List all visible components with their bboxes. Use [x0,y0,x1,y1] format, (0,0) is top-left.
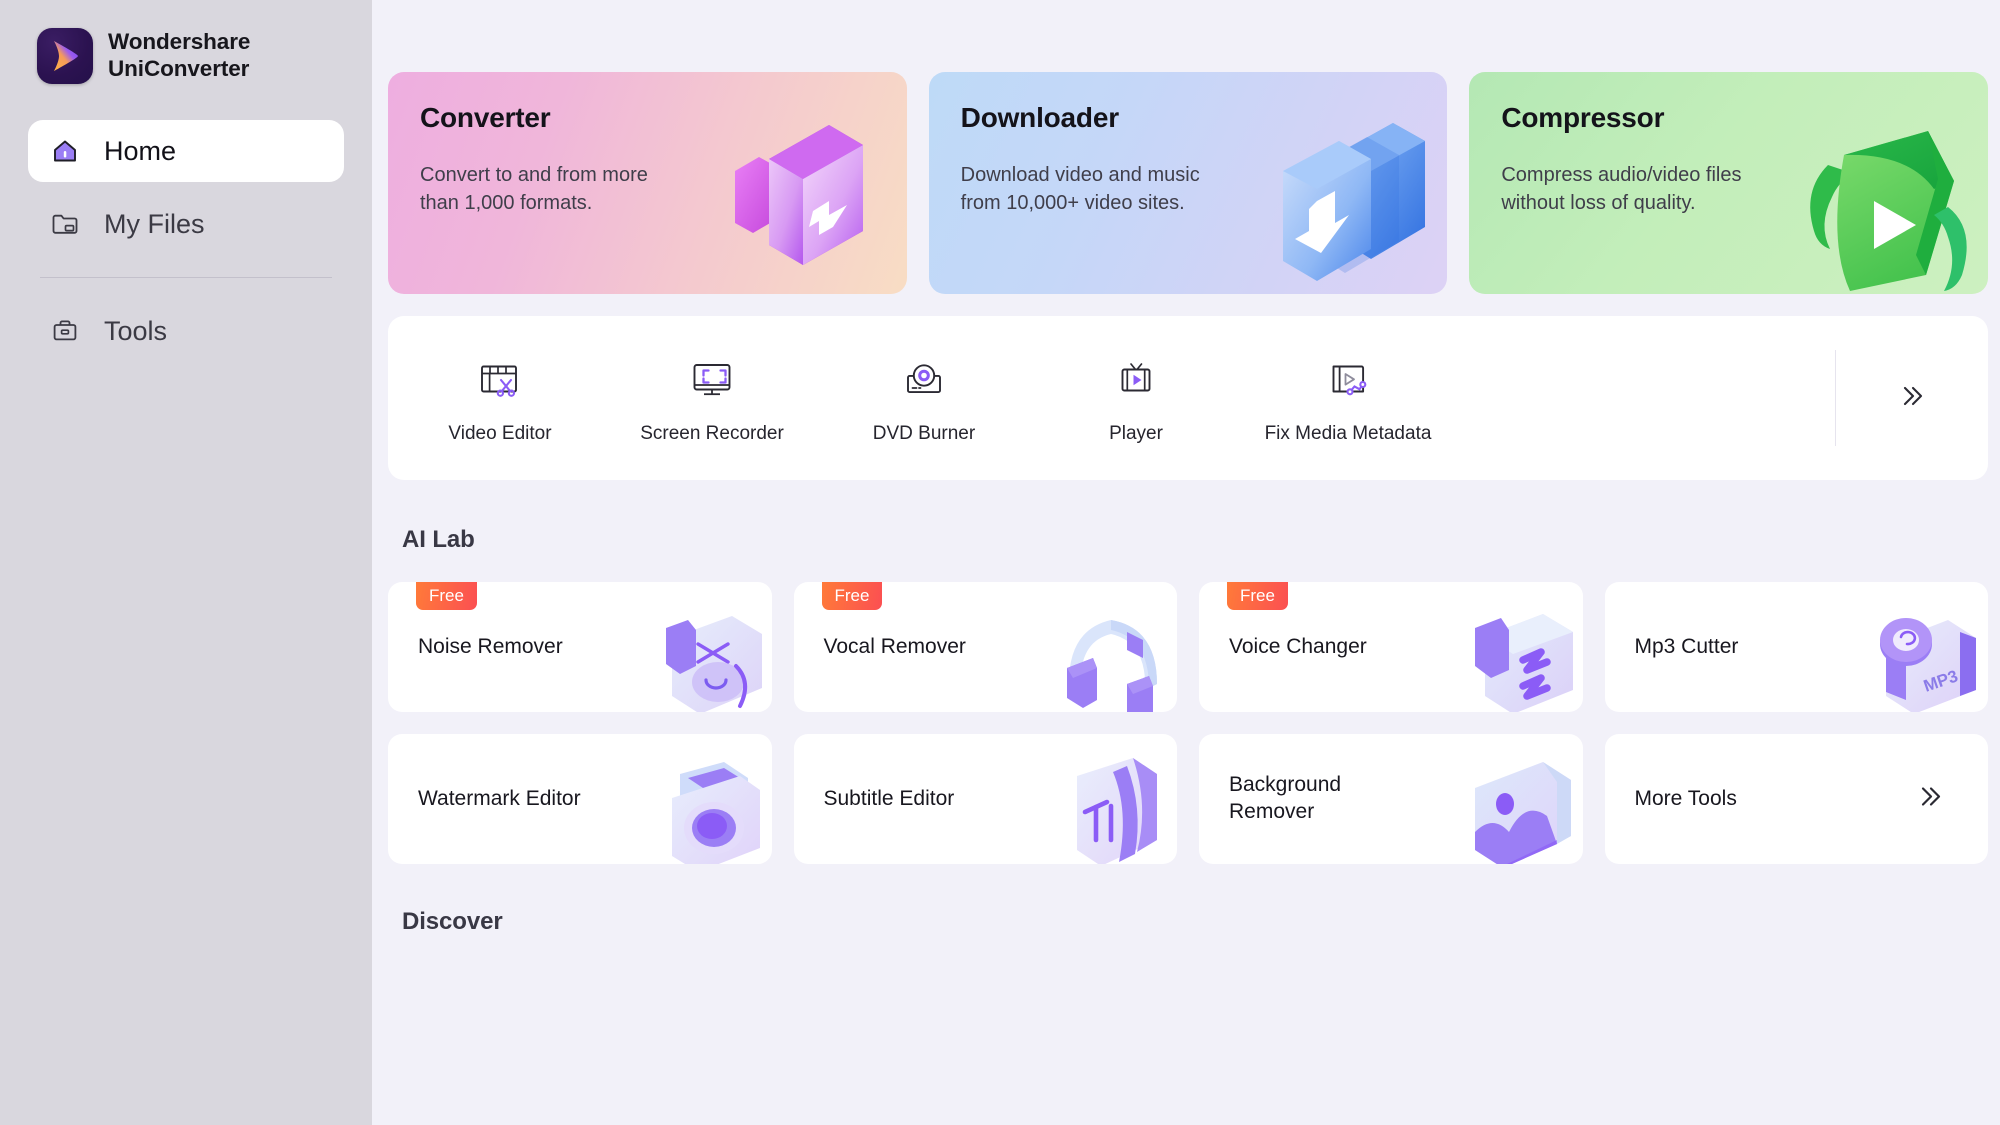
ai-card-title: Mp3 Cutter [1634,634,1739,658]
brand-name: Wondershare UniConverter [108,29,250,82]
folder-icon [48,207,82,241]
ai-card-watermark-editor[interactable]: Watermark Editor [388,734,772,864]
hero-card-desc: Download video and music from 10,000+ vi… [960,164,1200,215]
film-scissors-icon [473,352,527,406]
ai-lab-grid: Free Noise Remover Free Vocal Remover Fr… [388,582,1988,864]
tool-label: Player [1109,422,1163,444]
disc-burner-icon [897,352,951,406]
sidebar: Wondershare UniConverter Home My Files T… [0,0,372,1125]
ai-card-title: Noise Remover [418,634,563,658]
sidebar-item-label: Home [104,135,177,166]
media-metadata-icon [1321,352,1375,406]
play-logo-icon [37,28,93,84]
ai-card-background-remover[interactable]: Background Remover [1199,734,1583,864]
home-icon [48,134,82,168]
tool-player[interactable]: Player [1030,352,1242,445]
ai-card-more-tools[interactable]: More Tools [1604,734,1988,864]
tools-divider [1835,350,1836,446]
status-badge: Free [821,582,883,611]
brand: Wondershare UniConverter [28,22,344,84]
main-content: Converter Convert to and from more than … [372,0,2000,1125]
tool-dvd-burner[interactable]: DVD Burner [818,352,1030,445]
ai-card-title: Watermark Editor [418,786,581,810]
tool-label: Screen Recorder [640,422,784,444]
ai-card-noise-remover[interactable]: Free Noise Remover [388,582,772,712]
ai-card-vocal-remover[interactable]: Free Vocal Remover [793,582,1177,712]
hero-card-converter[interactable]: Converter Convert to and from more than … [388,72,907,294]
voice-changer-art-icon [1447,604,1579,712]
discover-heading: Discover [402,908,503,935]
subtitle-art-icon [1041,756,1173,864]
compressor-art-icon [1758,115,1988,294]
sidebar-item-tools[interactable]: Tools [28,300,344,362]
tool-label: DVD Burner [872,422,976,444]
tv-play-icon [1109,352,1163,406]
ai-card-title: More Tools [1634,786,1737,810]
tool-video-editor[interactable]: Video Editor [394,352,606,445]
brand-line-1: Wondershare [108,29,251,55]
sidebar-item-home[interactable]: Home [28,120,344,182]
ai-card-subtitle-editor[interactable]: Subtitle Editor [793,734,1177,864]
hero-cards-row: Converter Convert to and from more than … [388,72,1989,294]
ai-card-voice-changer[interactable]: Free Voice Changer [1199,582,1583,712]
ai-card-mp3-cutter[interactable]: Mp3 Cutter MP3 [1604,582,1988,712]
hero-card-desc: Convert to and from more than 1,000 form… [420,164,648,215]
ai-card-title: Vocal Remover [823,634,966,658]
hero-card-compressor[interactable]: Compressor Compress audio/video files wi… [1469,72,1989,294]
ai-card-title: Voice Changer [1229,634,1367,658]
sidebar-item-label: My Files [104,208,205,239]
toolbox-icon [48,314,82,348]
camera-art-icon [636,756,768,864]
sidebar-nav: Home My Files Tools [28,120,344,362]
status-badge: Free [1227,582,1288,611]
double-chevron-right-icon [1893,379,1927,418]
image-bg-art-icon [1447,756,1579,864]
sidebar-item-my-files[interactable]: My Files [28,193,344,255]
converter-art-icon [677,115,907,294]
tool-fix-media-metadata[interactable]: Fix Media Metadata [1242,352,1454,445]
monitor-capture-icon [685,352,739,406]
sidebar-divider [40,277,332,278]
ai-card-title: Background Remover [1229,773,1342,823]
ai-card-title: Subtitle Editor [823,786,955,810]
status-badge: Free [416,582,477,611]
double-chevron-right-icon [1910,779,1946,820]
quick-tools-panel: Video Editor Screen Recorder DVD Burner … [388,316,1988,480]
app-root: Wondershare UniConverter Home My Files T… [0,0,2000,1125]
hero-card-desc: Compress audio/video files without loss … [1501,164,1742,215]
brand-line-2: UniConverter [108,56,250,81]
tools-more-button[interactable] [1888,376,1932,420]
tool-label: Fix Media Metadata [1264,422,1432,444]
downloader-art-icon [1217,115,1447,294]
noise-remover-art-icon [636,604,768,712]
mp3-art-icon: MP3 [1852,604,1984,712]
tool-label: Video Editor [448,422,552,444]
hero-card-downloader[interactable]: Downloader Download video and music from… [928,72,1448,294]
sidebar-item-label: Tools [104,315,168,346]
tool-screen-recorder[interactable]: Screen Recorder [606,352,818,445]
headphones-art-icon [1041,604,1173,712]
ai-lab-heading: AI Lab [402,526,475,553]
